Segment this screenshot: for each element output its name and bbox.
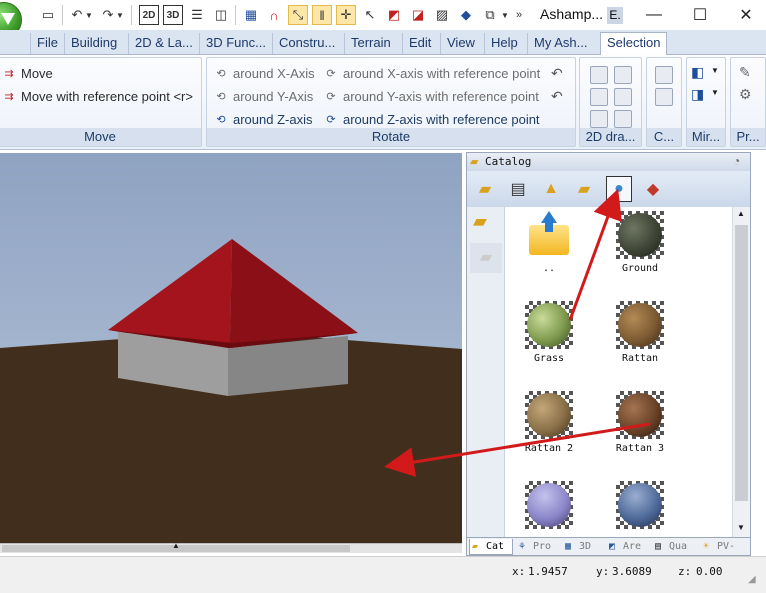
annotation-arrow-to-viewport — [384, 422, 651, 477]
annotation-overlay — [384, 188, 651, 477]
resize-grip-icon[interactable]: ◢ — [748, 574, 756, 585]
z-coordinate-label: z: — [678, 565, 692, 578]
status-bar: x: 1.9457 y: 3.6089 z: 0.00 — [0, 556, 766, 593]
y-coordinate-value: 3.6089 — [612, 565, 652, 578]
app-window: ▭ ↶ ▼ ↷ ▼ 2D 3D ☰ ◫ ▦ ∩ ⤡ ‖ ✛ ↖ ◩ ◪ ▨ ◆ … — [0, 0, 766, 593]
x-coordinate-label: x: — [512, 565, 526, 578]
y-coordinate-label: y: — [596, 565, 610, 578]
annotation-arrow-to-materials — [568, 188, 622, 321]
z-coordinate-value: 0.00 — [696, 565, 723, 578]
x-coordinate-value: 1.9457 — [528, 565, 568, 578]
